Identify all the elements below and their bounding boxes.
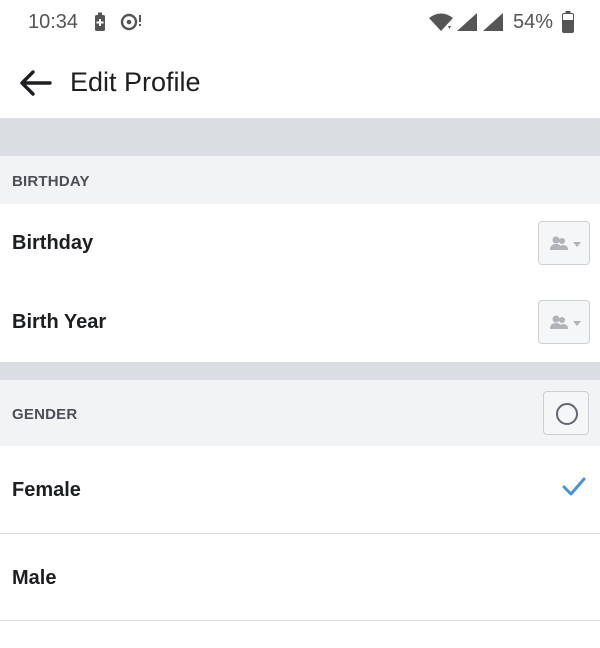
app-bar: Edit Profile [0, 46, 600, 118]
section-separator [0, 362, 600, 380]
birthday-row: Birthday [0, 204, 600, 282]
friends-icon [550, 315, 581, 329]
back-arrow-icon[interactable] [18, 68, 52, 98]
birthday-section-header: BIRTHDAY [0, 156, 600, 204]
checkmark-icon [562, 477, 586, 496]
cell-signal-icon [457, 13, 477, 31]
gender-option-label: Male [12, 567, 57, 589]
divider [0, 620, 600, 621]
section-title: BIRTHDAY [12, 173, 90, 190]
gender-section-header: GENDER [0, 380, 600, 446]
status-bar: 10:34 54% [0, 0, 600, 46]
status-time: 10:34 [28, 11, 79, 33]
birth-year-row: Birth Year [0, 282, 600, 362]
birthday-label: Birthday [12, 232, 94, 254]
wifi-icon [429, 13, 453, 31]
cell-signal-icon [483, 13, 503, 31]
battery-saver-icon [95, 12, 105, 31]
battery-icon [562, 11, 574, 33]
battery-percent: 54% [513, 11, 554, 33]
gender-option-female[interactable]: Female [0, 446, 600, 533]
section-title: GENDER [12, 406, 78, 423]
birth-year-privacy-button[interactable] [538, 300, 590, 344]
section-separator [0, 118, 600, 156]
sync-icon [120, 13, 141, 31]
friends-icon [550, 236, 581, 250]
birth-year-label: Birth Year [12, 311, 107, 333]
gender-privacy-button[interactable] [543, 391, 589, 435]
birthday-privacy-button[interactable] [538, 221, 590, 265]
gender-option-male[interactable]: Male [0, 534, 600, 620]
page-title: Edit Profile [70, 67, 201, 97]
radio-circle-icon [556, 403, 578, 425]
gender-option-label: Female [12, 479, 81, 501]
